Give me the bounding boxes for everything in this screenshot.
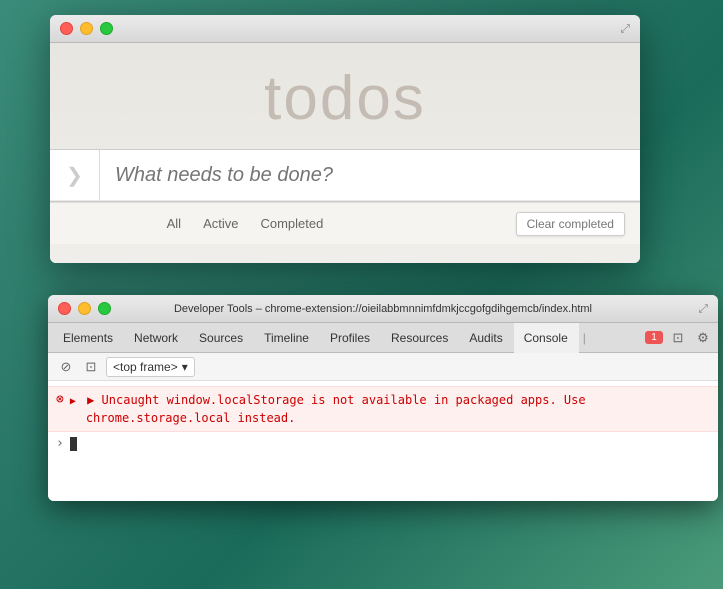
desktop: ⤢ todos ❯ All Active Completed Clear com…: [0, 0, 723, 589]
frame-selector[interactable]: <top frame> ▾: [106, 357, 195, 377]
app-title: todos: [50, 63, 640, 134]
maximize-button[interactable]: [100, 22, 113, 35]
devtools-toolbar: ⊘ ⊡ <top frame> ▾: [48, 353, 718, 381]
devtools-tab-bar: Elements Network Sources Timeline Profil…: [48, 323, 718, 353]
devtools-console: ⊗ ▶ ▶ Uncaught window.localStorage is no…: [48, 381, 718, 501]
devtools-title: Developer Tools – chrome-extension://oie…: [174, 303, 592, 315]
tab-sources[interactable]: Sources: [189, 323, 254, 353]
frame-chevron-icon: ▾: [182, 360, 188, 374]
toggle-all-icon[interactable]: ❯: [50, 150, 100, 200]
devtools-close-button[interactable]: [58, 302, 71, 315]
filter-all[interactable]: All: [156, 211, 192, 236]
expand-icon[interactable]: ⤢: [620, 21, 630, 36]
filter-tabs: All Active Completed: [156, 211, 335, 236]
devtools-break-icon[interactable]: ⊡: [668, 328, 688, 348]
devtools-window-controls: [58, 302, 111, 315]
error-triangle-icon[interactable]: ▶: [70, 396, 76, 407]
error-line-1: ▶ ▶ Uncaught window.localStorage is not …: [70, 391, 586, 409]
tab-network[interactable]: Network: [124, 323, 189, 353]
console-cursor[interactable]: [70, 437, 77, 451]
error-circle-icon: ⊗: [56, 392, 64, 407]
tab-console[interactable]: Console: [514, 323, 579, 353]
filter-active[interactable]: Active: [192, 211, 249, 236]
tab-separator: |: [579, 323, 590, 353]
minimize-button[interactable]: [80, 22, 93, 35]
devtools-minimize-button[interactable]: [78, 302, 91, 315]
todos-input-row: ❯: [50, 150, 640, 201]
error-line-2: chrome.storage.local instead.: [70, 409, 586, 427]
tab-elements[interactable]: Elements: [53, 323, 124, 353]
prompt-arrow-icon: ›: [56, 436, 64, 451]
tab-timeline[interactable]: Timeline: [254, 323, 320, 353]
todos-titlebar: ⤢: [50, 15, 640, 43]
tab-audits[interactable]: Audits: [459, 323, 513, 353]
window-controls: [60, 22, 113, 35]
devtools-window: Developer Tools – chrome-extension://oie…: [48, 295, 718, 501]
console-error-content: ▶ ▶ Uncaught window.localStorage is not …: [70, 391, 586, 427]
tab-resources[interactable]: Resources: [381, 323, 459, 353]
devtools-titlebar: Developer Tools – chrome-extension://oie…: [48, 295, 718, 323]
todos-window: ⤢ todos ❯ All Active Completed Clear com…: [50, 15, 640, 263]
clear-completed-button[interactable]: Clear completed: [516, 212, 625, 236]
console-error-row: ⊗ ▶ ▶ Uncaught window.localStorage is no…: [48, 386, 718, 432]
devtools-tab-actions: 1 ⊡ ⚙: [645, 328, 713, 348]
filter-completed[interactable]: Completed: [249, 211, 334, 236]
error-badge: 1: [645, 331, 663, 344]
todos-input-area: ❯: [50, 149, 640, 202]
todos-footer: All Active Completed Clear completed: [50, 202, 640, 244]
frame-label: <top frame>: [113, 360, 178, 374]
filter-icon[interactable]: ⊡: [81, 357, 101, 377]
devtools-expand-icon[interactable]: ⤢: [698, 301, 708, 316]
todos-content: todos ❯ All Active Completed Clear compl…: [50, 43, 640, 263]
devtools-maximize-button[interactable]: [98, 302, 111, 315]
close-button[interactable]: [60, 22, 73, 35]
tab-profiles[interactable]: Profiles: [320, 323, 381, 353]
console-prompt-row: ›: [48, 432, 718, 455]
no-entry-icon[interactable]: ⊘: [56, 357, 76, 377]
devtools-settings-icon[interactable]: ⚙: [693, 328, 713, 348]
todo-input[interactable]: [100, 150, 640, 200]
